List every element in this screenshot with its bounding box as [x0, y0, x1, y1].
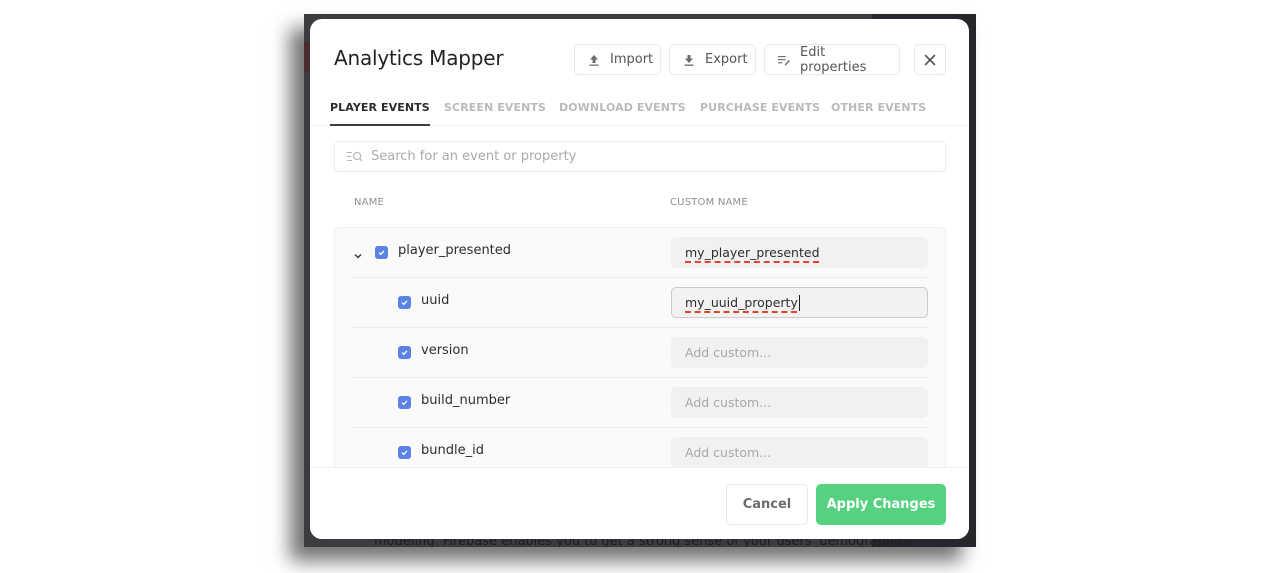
event-row: player_presented my_player_presented [351, 228, 928, 278]
property-name: uuid [421, 293, 450, 308]
search-input[interactable] [371, 149, 931, 164]
event-list: player_presented my_player_presented uui… [334, 227, 946, 472]
tab-screen-events[interactable]: SCREEN EVENTS [444, 101, 546, 126]
export-button[interactable]: Export [669, 44, 756, 75]
property-name: version [421, 343, 469, 358]
tab-other-events[interactable]: OTHER EVENTS [831, 101, 926, 126]
property-checkbox[interactable] [398, 396, 411, 409]
upload-icon [587, 53, 601, 67]
custom-name-input[interactable]: my_uuid_property [671, 287, 928, 318]
export-label: Export [705, 52, 748, 67]
property-name: bundle_id [421, 443, 484, 458]
custom-name-input[interactable]: Add custom... [671, 387, 928, 418]
tab-purchase-events[interactable]: PURCHASE EVENTS [700, 101, 820, 126]
tab-download-events[interactable]: DOWNLOAD EVENTS [559, 101, 686, 126]
property-row: build_number Add custom... [351, 378, 928, 428]
edit-list-icon [777, 53, 791, 67]
property-checkbox[interactable] [398, 346, 411, 359]
import-button[interactable]: Import [574, 44, 661, 75]
custom-name-input[interactable]: Add custom... [671, 437, 928, 468]
event-name: player_presented [398, 243, 512, 258]
property-checkbox[interactable] [398, 446, 411, 459]
chevron-down-icon[interactable] [353, 246, 363, 259]
edit-properties-button[interactable]: Edit properties [764, 44, 900, 75]
tab-player-events[interactable]: PLAYER EVENTS [330, 101, 430, 126]
search-box [334, 141, 946, 172]
column-header-name: NAME [354, 197, 385, 208]
property-row: uuid my_uuid_property [351, 278, 928, 328]
custom-name-input[interactable]: my_player_presented [671, 237, 928, 268]
event-tabs: PLAYER EVENTS SCREEN EVENTS DOWNLOAD EVE… [310, 99, 969, 126]
modal-title: Analytics Mapper [334, 46, 504, 70]
apply-changes-button[interactable]: Apply Changes [816, 484, 946, 525]
edit-properties-label: Edit properties [800, 44, 867, 75]
close-icon [924, 54, 936, 66]
close-button[interactable] [914, 44, 946, 75]
text-caret [798, 294, 800, 311]
property-row: bundle_id Add custom... [351, 428, 928, 472]
property-row: version Add custom... [351, 328, 928, 378]
download-icon [682, 53, 696, 67]
cancel-button[interactable]: Cancel [726, 484, 808, 525]
property-name: build_number [421, 393, 511, 408]
custom-name-input[interactable]: Add custom... [671, 337, 928, 368]
custom-name-value: my_uuid_property [685, 295, 798, 310]
import-label: Import [610, 52, 654, 67]
column-header-custom-name: CUSTOM NAME [670, 197, 748, 208]
event-checkbox[interactable] [375, 246, 388, 259]
modal-footer: Cancel Apply Changes [310, 467, 969, 539]
filter-search-icon [347, 151, 363, 163]
property-checkbox[interactable] [398, 296, 411, 309]
custom-name-value: my_player_presented [685, 245, 820, 260]
analytics-mapper-modal: Analytics Mapper Import Export Edit prop… [310, 19, 969, 539]
